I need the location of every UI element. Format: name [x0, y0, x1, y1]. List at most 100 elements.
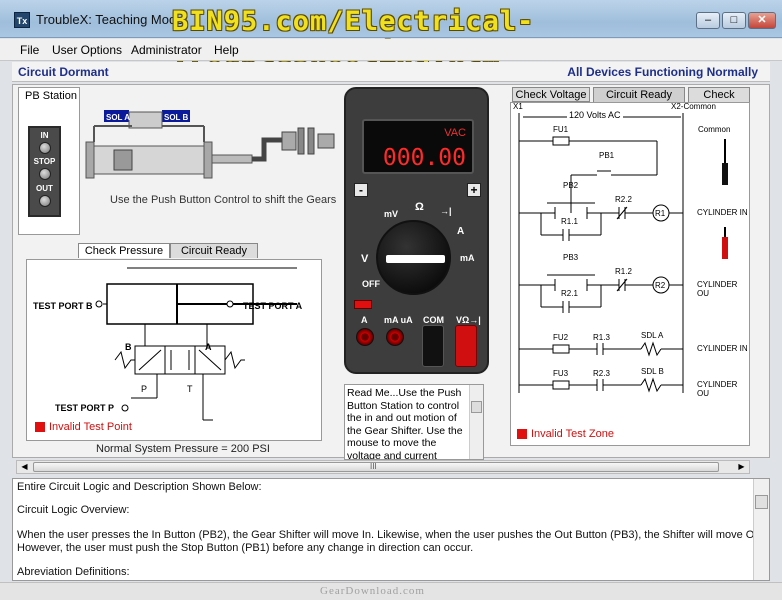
r11-label: R1.1: [561, 217, 578, 226]
piston: [113, 149, 133, 171]
description-line-2: Circuit Logic Overview:: [17, 504, 130, 516]
menu-file[interactable]: File: [20, 43, 39, 57]
readme-scrollbar[interactable]: [469, 385, 483, 459]
app-icon: Tx: [14, 12, 30, 28]
description-scrollbar[interactable]: [753, 479, 769, 580]
test-port-a-label: TEST PORT A: [243, 301, 303, 311]
pressure-footer: Normal System Pressure = 200 PSI: [96, 443, 270, 455]
test-port-b-point[interactable]: [95, 300, 103, 308]
valve-b-label: B: [125, 342, 132, 352]
horizontal-scrollbar[interactable]: ◀ III ▶: [16, 460, 750, 474]
jack-com-label: COM: [423, 315, 444, 325]
red-probe-plug[interactable]: [455, 325, 477, 367]
meter-plus-button[interactable]: +: [467, 183, 481, 197]
r21-label: R2.1: [561, 289, 578, 298]
spring-right: [224, 350, 245, 370]
mv-label: mV: [384, 209, 399, 219]
meter-display: VAC 000.00: [362, 119, 474, 174]
valve-t-label: T: [187, 384, 193, 394]
black-probe[interactable]: [722, 163, 728, 185]
meter-unit: VAC: [444, 127, 466, 139]
test-port-a-point[interactable]: [226, 300, 234, 308]
r2-label: R2: [655, 281, 666, 290]
fu3-symbol: [552, 380, 570, 390]
fu2-symbol: [552, 344, 570, 354]
gear-shifter-diagram: SOL A SOL B: [85, 110, 335, 179]
description-line-1: Entire Circuit Logic and Description Sho…: [17, 481, 262, 493]
spring-left: [114, 350, 135, 370]
in-button[interactable]: [39, 142, 51, 154]
v-label: V: [361, 253, 369, 265]
out-button[interactable]: [39, 195, 51, 207]
test-port-p-point[interactable]: [121, 404, 129, 412]
menu-help[interactable]: Help: [214, 43, 239, 57]
description-panel[interactable]: Entire Circuit Logic and Description Sho…: [12, 478, 770, 581]
ladder-diagram-box: X1 X2-Common 120 Volts AC Common FU1 PB1…: [510, 102, 750, 446]
pb-instruction: Use the Push Button Control to shift the…: [110, 194, 337, 206]
off-label: OFF: [362, 279, 380, 289]
description-line-5: Abreviation Definitions:: [17, 566, 130, 578]
hydraulic-schematic-box: TEST PORT B TEST PORT A TEST PORT P B A …: [26, 259, 322, 441]
sdl-a-label: SDL A: [641, 331, 664, 340]
footer-watermark: GearDownload.com: [320, 585, 425, 597]
meter-power-indicator: [354, 300, 372, 309]
valve-section-2: [164, 345, 196, 375]
valve-a-label: A: [205, 342, 212, 352]
push-button-station: IN STOP OUT: [28, 126, 61, 217]
black-probe-plug[interactable]: [422, 325, 444, 367]
invalid-test-point-icon: [35, 422, 45, 432]
meter-dial[interactable]: [376, 220, 451, 295]
cylinder-body: [89, 145, 211, 175]
dial-pointer: [386, 255, 445, 263]
stop-label: STOP: [33, 157, 56, 166]
gear-1: [297, 127, 305, 155]
invalid-test-zone-icon: [517, 429, 527, 439]
description-scroll-thumb[interactable]: [755, 495, 768, 509]
readme-text: Read Me...Use the Push Button Station to…: [347, 387, 463, 460]
description-line-4: However, the user must push the Stop But…: [17, 542, 474, 554]
fu1-symbol: [552, 136, 570, 146]
jack-ma[interactable]: [386, 328, 404, 346]
valve-body: [128, 111, 163, 129]
sol-b-label: SOL B: [164, 113, 189, 122]
meter-minus-button[interactable]: -: [354, 183, 368, 197]
menu-user-options[interactable]: User Options: [52, 43, 122, 57]
r13-label: R1.3: [593, 333, 610, 342]
invalid-test-point-label: Invalid Test Point: [49, 421, 132, 433]
tab-check-current[interactable]: Check Curre: [688, 87, 750, 102]
tab-circuit-ready-pressure[interactable]: Circuit Ready: [170, 243, 258, 258]
close-button[interactable]: ✕: [748, 12, 776, 29]
r22-label: R2.2: [615, 195, 632, 204]
menu-administrator[interactable]: Administrator: [131, 43, 202, 57]
scroll-left-arrow[interactable]: ◀: [18, 462, 31, 472]
jack-v-label: VΩ→|: [456, 315, 481, 325]
title-bar: Tx TroubleX: Teaching Mode BIN95.com/Ele…: [0, 0, 782, 68]
maximize-button[interactable]: □: [722, 12, 746, 29]
x1-label: X1: [513, 102, 523, 111]
readme-box[interactable]: Read Me...Use the Push Button Station to…: [344, 384, 484, 460]
horizontal-scroll-thumb[interactable]: III: [33, 462, 719, 472]
red-probe[interactable]: [722, 237, 728, 259]
readme-scroll-thumb[interactable]: [471, 401, 482, 413]
window-title: TroubleX: Teaching Mode: [36, 12, 184, 27]
fu2-label: FU2: [553, 333, 569, 342]
tab-check-voltage[interactable]: Check Voltage: [512, 87, 590, 102]
sol-a-label: SOL A: [106, 113, 130, 122]
ohm-label: Ω: [415, 201, 424, 213]
tab-circuit-ready[interactable]: Circuit Ready: [593, 87, 685, 102]
minimize-button[interactable]: –: [696, 12, 720, 29]
cylinder-in-label-1: CYLINDER IN: [697, 208, 748, 217]
stop-button[interactable]: [39, 168, 51, 180]
tab-check-pressure[interactable]: Check Pressure: [78, 243, 170, 258]
scroll-right-arrow[interactable]: ▶: [735, 462, 748, 472]
cylinder-in-label-2: CYLINDER IN: [697, 344, 748, 353]
circuit-status: Circuit Dormant: [18, 65, 109, 79]
jack-a[interactable]: [356, 328, 374, 346]
cylinder-out-label-2: CYLINDER OU: [697, 380, 738, 398]
invalid-test-zone-label: Invalid Test Zone: [531, 428, 614, 440]
test-port-p-label: TEST PORT P: [55, 403, 115, 413]
test-port-b-label: TEST PORT B: [33, 301, 93, 311]
pb1-label: PB1: [599, 151, 615, 160]
scroll-grip: III: [370, 462, 377, 471]
in-label: IN: [40, 131, 49, 140]
